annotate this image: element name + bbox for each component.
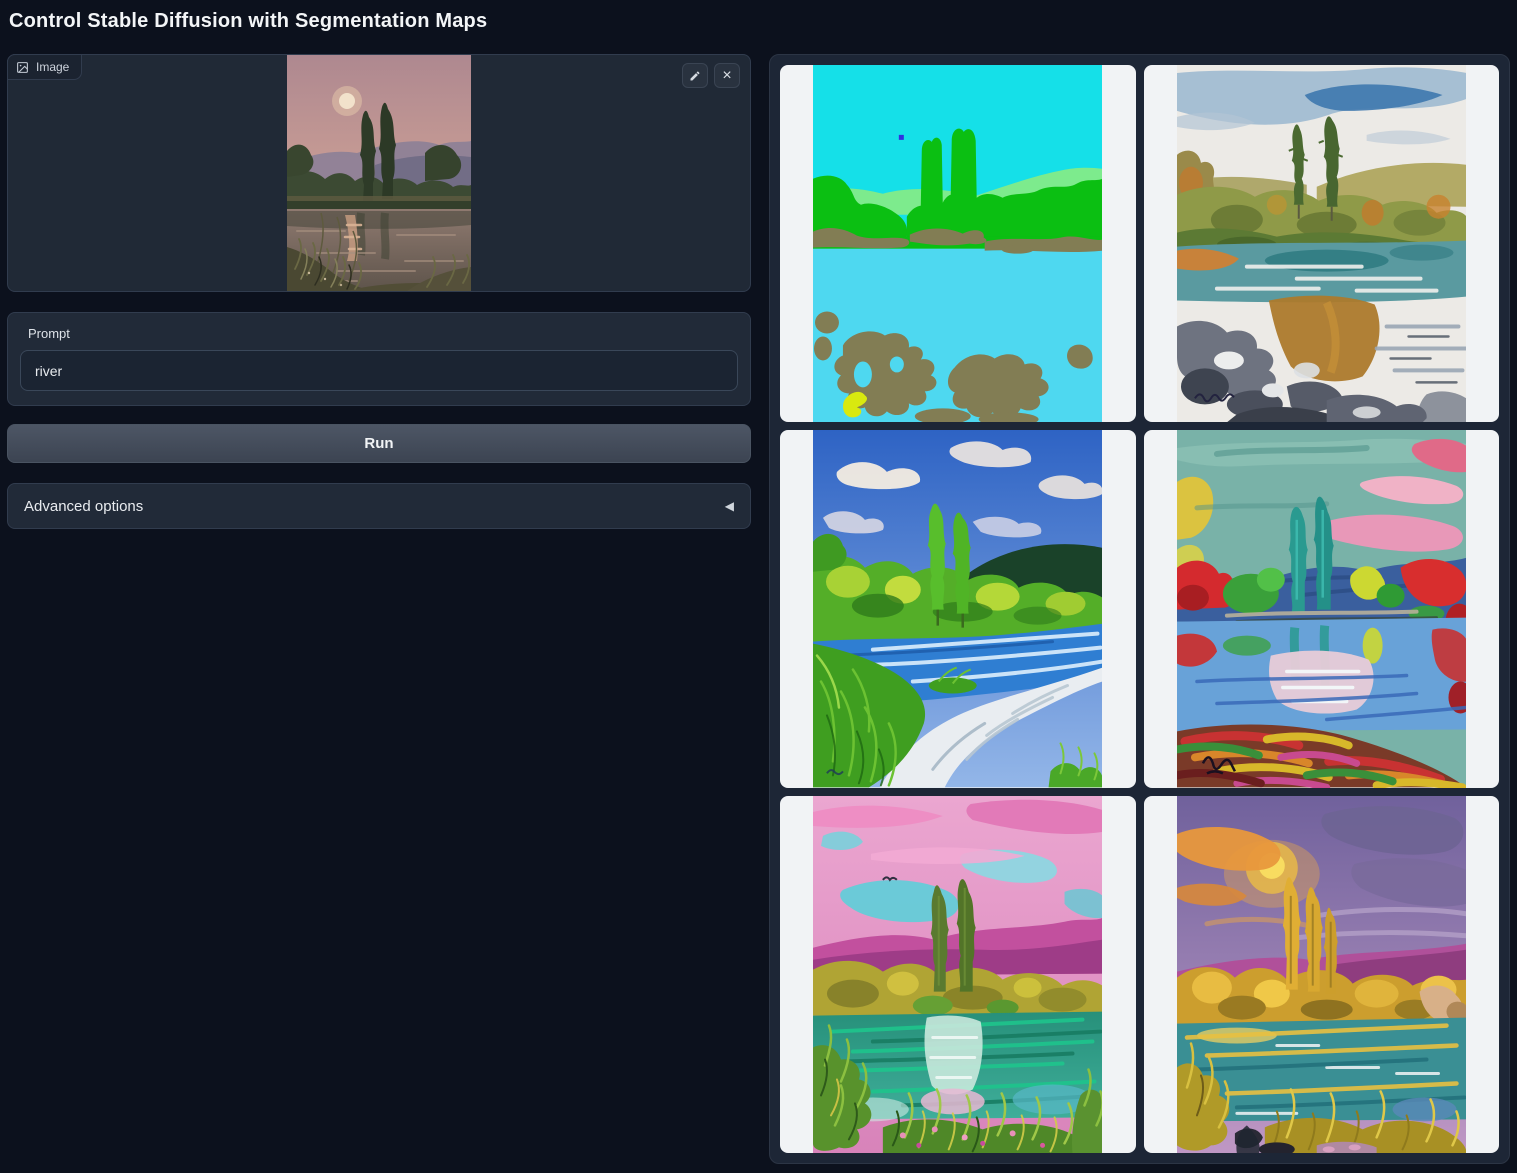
main-layout: Image × xyxy=(7,54,1510,1164)
input-column: Image × xyxy=(7,54,751,529)
uploaded-image[interactable] xyxy=(287,55,471,291)
gallery-item-golden-dusk-river[interactable] xyxy=(1144,796,1500,1153)
watercolor-river-image xyxy=(1177,65,1466,422)
image-input-label: Image xyxy=(7,54,82,80)
close-icon: × xyxy=(722,68,731,84)
advanced-options-label: Advanced options xyxy=(24,498,143,515)
segmentation-map-image xyxy=(813,65,1102,422)
clear-image-button[interactable]: × xyxy=(714,63,740,88)
image-icon xyxy=(16,61,29,74)
output-gallery xyxy=(769,54,1510,1164)
app-root: Control Stable Diffusion with Segmentati… xyxy=(7,10,1510,1164)
prompt-panel: Prompt xyxy=(7,312,751,406)
image-actions: × xyxy=(682,63,740,88)
prompt-label: Prompt xyxy=(28,326,738,341)
image-input-panel: Image × xyxy=(7,54,751,292)
gallery-item-watercolor-river[interactable] xyxy=(1144,65,1500,422)
gallery-item-pink-sunset-river[interactable] xyxy=(780,796,1136,1153)
fauvist-river-image xyxy=(1177,430,1466,787)
gallery-item-fauvist-river[interactable] xyxy=(1144,430,1500,787)
pink-sunset-river-image xyxy=(813,796,1102,1153)
edit-image-button[interactable] xyxy=(682,63,708,88)
oil-river-daylight-image xyxy=(813,430,1102,787)
prompt-input[interactable] xyxy=(20,350,738,391)
image-input-label-text: Image xyxy=(36,60,69,74)
pencil-icon xyxy=(689,70,701,82)
gallery-item-segmentation-map[interactable] xyxy=(780,65,1136,422)
advanced-options-accordion[interactable]: Advanced options ◀ xyxy=(7,483,751,529)
run-button[interactable]: Run xyxy=(7,424,751,463)
page-title: Control Stable Diffusion with Segmentati… xyxy=(9,10,1510,33)
chevron-left-icon: ◀ xyxy=(725,499,734,513)
gallery-item-oil-river-daylight[interactable] xyxy=(780,430,1136,787)
uploaded-image-svg xyxy=(287,55,471,291)
golden-dusk-river-image xyxy=(1177,796,1466,1153)
